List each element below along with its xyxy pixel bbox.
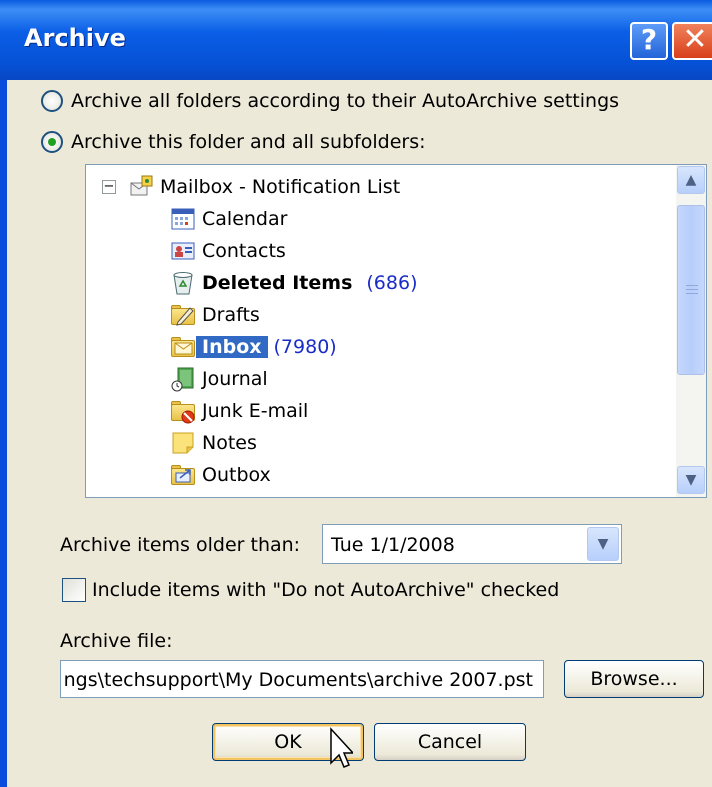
- tree-item-deleted-items[interactable]: Deleted Items (686): [170, 268, 417, 298]
- include-no-autoarchive-label: Include items with "Do not AutoArchive" …: [92, 579, 560, 601]
- title-bar[interactable]: Archive ? ✕: [0, 0, 712, 80]
- include-no-autoarchive-checkbox[interactable]: [62, 578, 86, 602]
- close-button[interactable]: ✕: [672, 22, 712, 60]
- older-than-dropdown[interactable]: Tue 1/1/2008 ▼: [322, 524, 622, 564]
- deleted-items-label: Deleted Items: [202, 272, 353, 294]
- inbox-icon: [170, 334, 196, 360]
- archive-file-label: Archive file:: [60, 630, 173, 652]
- scroll-down-button[interactable]: ▼: [677, 466, 705, 494]
- archive-this-option[interactable]: Archive this folder and all subfolders:: [41, 131, 426, 153]
- tree-item-journal[interactable]: Journal: [170, 364, 268, 394]
- junk-email-label: Junk E-mail: [202, 400, 309, 422]
- scroll-thumb[interactable]: [677, 205, 705, 375]
- deleted-items-count: (686): [366, 272, 418, 294]
- archive-all-label: Archive all folders according to their A…: [71, 90, 620, 112]
- window-title: Archive: [24, 24, 126, 52]
- mailbox-icon: [128, 174, 154, 200]
- archive-file-input[interactable]: ngs\techsupport\My Documents\archive 200…: [60, 660, 544, 698]
- help-button[interactable]: ?: [630, 22, 668, 60]
- tree-scrollbar[interactable]: ▲ ▼: [676, 165, 706, 497]
- tree-item-inbox[interactable]: Inbox (7980): [170, 332, 337, 362]
- drafts-icon: [170, 302, 196, 328]
- tree-item-contacts[interactable]: Contacts: [170, 236, 286, 266]
- tree-root[interactable]: − Mailbox - Notification List: [102, 172, 400, 202]
- journal-label: Journal: [202, 368, 268, 390]
- contacts-icon: [170, 238, 196, 264]
- dropdown-button[interactable]: ▼: [587, 527, 619, 561]
- notes-label: Notes: [202, 432, 257, 454]
- archive-dialog: Archive ? ✕ Archive all folders accordin…: [0, 0, 712, 787]
- older-than-value: Tue 1/1/2008: [331, 534, 455, 556]
- chevron-down-icon: ▼: [597, 536, 609, 552]
- inbox-count: (7980): [273, 336, 337, 358]
- scroll-up-button[interactable]: ▲: [677, 166, 705, 194]
- journal-icon: [170, 366, 196, 392]
- folder-tree[interactable]: − Mailbox - Notification List Calendar C…: [85, 164, 707, 498]
- inbox-label: Inbox: [196, 336, 268, 358]
- tree-root-label: Mailbox - Notification List: [160, 176, 401, 198]
- chevron-up-icon: ▲: [685, 172, 697, 188]
- calendar-icon: [170, 206, 196, 232]
- calendar-label: Calendar: [202, 208, 288, 230]
- archive-all-radio[interactable]: [41, 90, 63, 112]
- tree-item-calendar[interactable]: Calendar: [170, 204, 287, 234]
- tree-item-partial: [170, 489, 202, 499]
- archive-this-radio[interactable]: [41, 131, 63, 153]
- help-icon: ?: [640, 23, 658, 56]
- mouse-cursor-icon: [329, 727, 355, 782]
- archive-file-path: ngs\techsupport\My Documents\archive 200…: [63, 669, 533, 691]
- cancel-button[interactable]: Cancel: [374, 723, 526, 761]
- deleted-items-icon: [170, 270, 196, 296]
- collapse-icon[interactable]: −: [102, 180, 116, 194]
- tree-item-outbox[interactable]: Outbox: [170, 460, 271, 490]
- browse-button[interactable]: Browse...: [564, 660, 704, 698]
- contacts-label: Contacts: [202, 240, 286, 262]
- archive-this-label: Archive this folder and all subfolders:: [71, 131, 426, 153]
- drafts-label: Drafts: [202, 304, 260, 326]
- older-than-label: Archive items older than:: [60, 534, 301, 556]
- outbox-label: Outbox: [202, 464, 271, 486]
- junk-email-icon: [170, 398, 196, 424]
- tree-item-notes[interactable]: Notes: [170, 428, 257, 458]
- tree-item-junk-email[interactable]: Junk E-mail: [170, 396, 308, 426]
- tree-item-drafts[interactable]: Drafts: [170, 300, 260, 330]
- outbox-icon: [170, 462, 196, 488]
- folder-icon: [170, 489, 196, 499]
- archive-all-option[interactable]: Archive all folders according to their A…: [41, 90, 619, 112]
- notes-icon: [170, 430, 196, 456]
- chevron-down-icon: ▼: [685, 472, 697, 488]
- close-icon: ✕: [682, 22, 708, 57]
